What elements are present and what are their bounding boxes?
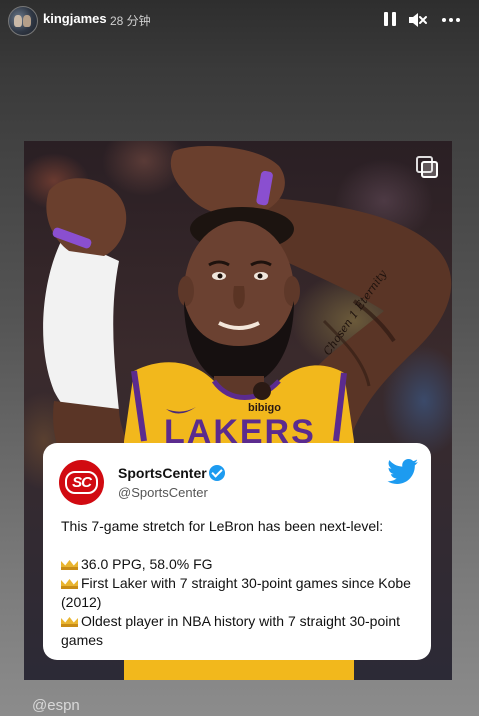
story-header: kingjames 28 分钟 (0, 0, 479, 40)
tweet-author-handle: @SportsCenter (118, 485, 208, 500)
pause-icon[interactable] (380, 9, 402, 31)
more-icon[interactable] (440, 9, 462, 31)
photo-credit-tag[interactable]: @espn (32, 697, 80, 714)
tweet-intro: This 7-game stretch for LeBron has been … (61, 518, 384, 534)
twitter-bird-icon (387, 459, 419, 484)
tweet-bullet: Oldest player in NBA history with 7 stra… (61, 613, 401, 648)
story-post-image[interactable]: bibigo LAKERS Chosen 1 Eternity SC Sport… (24, 141, 452, 680)
username[interactable]: kingjames (43, 11, 107, 26)
verified-badge-icon (209, 465, 225, 481)
tweet-bullet: 36.0 PPG, 58.0% FG (61, 555, 421, 574)
crown-icon (61, 614, 78, 627)
timestamp: 28 分钟 (110, 14, 151, 28)
avatar[interactable] (8, 6, 38, 36)
sportscenter-logo: SC (59, 460, 104, 505)
mute-icon[interactable] (406, 9, 428, 31)
tweet-card: SC SportsCenter @SportsCenter This 7-gam… (43, 443, 431, 660)
tweet-author-name: SportsCenter (118, 465, 207, 481)
multiple-images-icon (416, 156, 438, 178)
crown-icon (61, 557, 78, 570)
tweet-bullet: First Laker with 7 straight 30-point gam… (61, 575, 411, 610)
tweet-text: This 7-game stretch for LeBron has been … (61, 517, 421, 650)
crown-icon (61, 576, 78, 589)
